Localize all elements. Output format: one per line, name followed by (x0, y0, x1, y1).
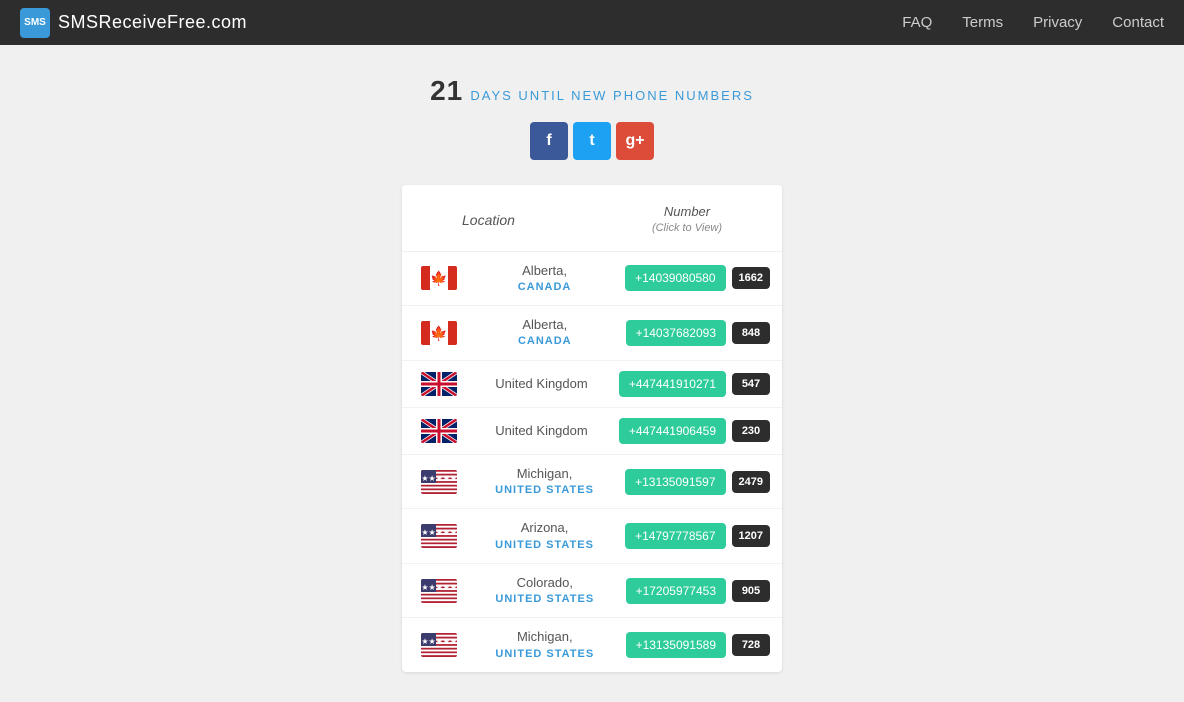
location-country: CANADA (464, 280, 625, 295)
phone-number-button[interactable]: +13135091597 (625, 469, 725, 495)
table-row: ★★★★★★★★★★★★★★★★★★★★★★★★★★★★★★★★★★★★★★★★… (402, 564, 782, 619)
us-flag-icon: ★★★★★★★★★★★★★★★★★★★★★★★★★★★★★★★★★★★★★★★★… (421, 633, 457, 657)
logo: SMS SMSReceiveFree.com (20, 8, 247, 38)
number-cell: +447441906459 230 (619, 418, 770, 444)
phone-number-button[interactable]: +447441906459 (619, 418, 726, 444)
message-count-badge: 728 (732, 634, 770, 656)
phone-number-button[interactable]: +13135091589 (626, 632, 726, 658)
countdown-number: 21 (430, 75, 463, 106)
nav-terms[interactable]: Terms (962, 14, 1003, 31)
location-country: UNITED STATES (464, 592, 626, 607)
phone-number-button[interactable]: +17205977453 (626, 578, 726, 604)
location-cell: Colorado, UNITED STATES (464, 574, 626, 608)
message-count-badge: 848 (732, 322, 770, 344)
main-nav: FAQ Terms Privacy Contact (902, 14, 1164, 31)
message-count-badge: 1207 (732, 525, 770, 547)
us-flag-icon: ★★★★★★★★★★★★★★★★★★★★★★★★★★★★★★★★★★★★★★★★… (421, 579, 457, 603)
flag-cell: ★★★★★★★★★★★★★★★★★★★★★★★★★★★★★★★★★★★★★★★★… (414, 633, 464, 657)
location-cell: Alberta, CANADA (464, 262, 625, 296)
table-row: ★★★★★★★★★★★★★★★★★★★★★★★★★★★★★★★★★★★★★★★★… (402, 509, 782, 564)
table-row: ★★★★★★★★★★★★★★★★★★★★★★★★★★★★★★★★★★★★★★★★… (402, 455, 782, 510)
phone-table: Location Number (Click to View) 🍁 Albert… (402, 185, 782, 672)
number-cell: +13135091589 728 (626, 632, 770, 658)
message-count-badge: 1662 (732, 267, 770, 289)
location-city: Arizona, (464, 519, 625, 537)
twitter-button[interactable]: t (573, 122, 611, 160)
location-city: Colorado, (464, 574, 626, 592)
ca-flag-icon: 🍁 (421, 266, 457, 290)
location-city: United Kingdom (464, 422, 619, 440)
us-flag-icon: ★★★★★★★★★★★★★★★★★★★★★★★★★★★★★★★★★★★★★★★★… (421, 524, 457, 548)
countdown-label: DAYS UNTIL NEW PHONE NUMBERS (470, 88, 754, 103)
col-number-header: Number (Click to View) (612, 203, 762, 237)
flag-cell: ★★★★★★★★★★★★★★★★★★★★★★★★★★★★★★★★★★★★★★★★… (414, 524, 464, 548)
number-cell: +14797778567 1207 (625, 523, 770, 549)
message-count-badge: 230 (732, 420, 770, 442)
flag-cell: 🍁 (414, 266, 464, 290)
location-city: Alberta, (464, 316, 626, 334)
phone-number-button[interactable]: +447441910271 (619, 371, 726, 397)
flag-cell: ★★★★★★★★★★★★★★★★★★★★★★★★★★★★★★★★★★★★★★★★… (414, 579, 464, 603)
table-row: 🍁 Alberta, CANADA +14039080580 1662 (402, 252, 782, 307)
location-country: UNITED STATES (464, 538, 625, 553)
logo-text: SMSReceiveFree.com (58, 12, 247, 33)
svg-text:🍁: 🍁 (430, 270, 447, 287)
message-count-badge: 905 (732, 580, 770, 602)
table-row: 🍁 Alberta, CANADA +14037682093 848 (402, 306, 782, 361)
number-cell: +14037682093 848 (626, 320, 770, 346)
location-cell: United Kingdom (464, 375, 619, 393)
nav-contact[interactable]: Contact (1112, 14, 1164, 31)
social-buttons: f t g+ (530, 122, 654, 160)
number-cell: +13135091597 2479 (625, 469, 770, 495)
col-location-header: Location (422, 212, 612, 228)
location-cell: Alberta, CANADA (464, 316, 626, 350)
flag-cell (414, 372, 464, 396)
number-cell: +447441910271 547 (619, 371, 770, 397)
phone-number-button[interactable]: +14039080580 (625, 265, 725, 291)
phone-number-button[interactable]: +14797778567 (625, 523, 725, 549)
uk-flag-icon (421, 372, 457, 396)
number-cell: +17205977453 905 (626, 578, 770, 604)
googleplus-button[interactable]: g+ (616, 122, 654, 160)
table-body: 🍁 Alberta, CANADA +14039080580 1662 🍁 Al… (402, 252, 782, 672)
table-row: ★★★★★★★★★★★★★★★★★★★★★★★★★★★★★★★★★★★★★★★★… (402, 618, 782, 672)
location-country: UNITED STATES (464, 647, 626, 662)
message-count-badge: 2479 (732, 471, 770, 493)
location-city: Michigan, (464, 465, 625, 483)
flag-cell: 🍁 (414, 321, 464, 345)
number-cell: +14039080580 1662 (625, 265, 770, 291)
svg-text:★★★★★★★★★★★★★★★★★★★★★★★★★★★★★★: ★★★★★★★★★★★★★★★★★★★★★★★★★★★★★★★★★★★★★★★★… (421, 583, 457, 592)
uk-flag-icon (421, 419, 457, 443)
svg-text:★★★★★★★★★★★★★★★★★★★★★★★★★★★★★★: ★★★★★★★★★★★★★★★★★★★★★★★★★★★★★★★★★★★★★★★★… (421, 528, 457, 537)
flag-cell (414, 419, 464, 443)
ca-flag-icon: 🍁 (421, 321, 457, 345)
table-row: United Kingdom +447441906459 230 (402, 408, 782, 455)
facebook-button[interactable]: f (530, 122, 568, 160)
message-count-badge: 547 (732, 373, 770, 395)
nav-privacy[interactable]: Privacy (1033, 14, 1082, 31)
location-city: United Kingdom (464, 375, 619, 393)
location-cell: Michigan, UNITED STATES (464, 465, 625, 499)
us-flag-icon: ★★★★★★★★★★★★★★★★★★★★★★★★★★★★★★★★★★★★★★★★… (421, 470, 457, 494)
nav-faq[interactable]: FAQ (902, 14, 932, 31)
countdown-banner: 21 DAYS UNTIL NEW PHONE NUMBERS (430, 75, 754, 107)
flag-cell: ★★★★★★★★★★★★★★★★★★★★★★★★★★★★★★★★★★★★★★★★… (414, 470, 464, 494)
table-row: United Kingdom +447441910271 547 (402, 361, 782, 408)
table-header: Location Number (Click to View) (402, 185, 782, 252)
location-cell: Arizona, UNITED STATES (464, 519, 625, 553)
svg-text:🍁: 🍁 (430, 325, 447, 342)
location-country: CANADA (464, 334, 626, 349)
svg-text:★★★★★★★★★★★★★★★★★★★★★★★★★★★★★★: ★★★★★★★★★★★★★★★★★★★★★★★★★★★★★★★★★★★★★★★★… (421, 637, 457, 646)
location-cell: Michigan, UNITED STATES (464, 628, 626, 662)
location-cell: United Kingdom (464, 422, 619, 440)
location-city: Michigan, (464, 628, 626, 646)
svg-text:★★★★★★★★★★★★★★★★★★★★★★★★★★★★★★: ★★★★★★★★★★★★★★★★★★★★★★★★★★★★★★★★★★★★★★★★… (421, 474, 457, 483)
location-country: UNITED STATES (464, 483, 625, 498)
logo-icon: SMS (20, 8, 50, 38)
phone-number-button[interactable]: +14037682093 (626, 320, 726, 346)
location-city: Alberta, (464, 262, 625, 280)
